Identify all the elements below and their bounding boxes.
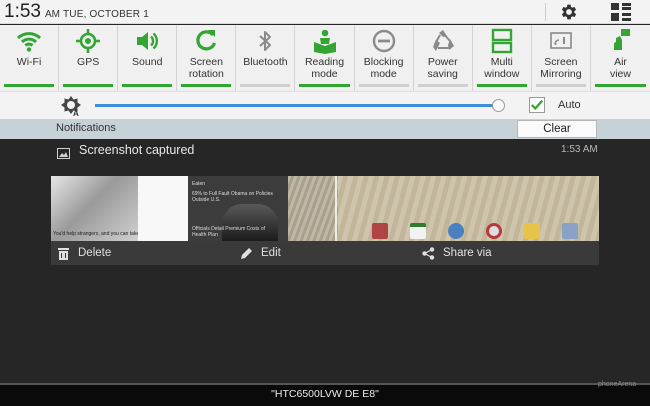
carrier-label: "HTC6500LVW DE E8" <box>271 388 379 400</box>
gear-icon[interactable] <box>559 2 579 22</box>
toggle-label: Multi window <box>484 56 520 80</box>
status-divider <box>545 3 546 21</box>
sound-icon <box>137 32 159 50</box>
brightness-row: A Auto <box>0 91 650 119</box>
toggle-air-view[interactable]: Air view <box>591 25 650 91</box>
date-label: TUE, OCTOBER 1 <box>63 9 149 20</box>
toggle-power-saving[interactable]: Power saving <box>414 25 473 91</box>
screen-mirroring-icon <box>550 32 572 49</box>
toggle-label: Screen Mirroring <box>540 56 582 80</box>
toggle-state-bar <box>181 84 232 87</box>
toggle-screen-rotation[interactable]: Screen rotation <box>177 25 237 91</box>
bluetooth-icon <box>259 31 272 51</box>
watermark: phoneArena <box>598 381 637 388</box>
checkmark-icon <box>530 99 544 111</box>
picture-icon <box>57 148 70 159</box>
toggle-state-bar <box>594 84 647 87</box>
toggle-state-bar <box>240 84 291 87</box>
notification-time: 1:53 AM <box>561 144 598 155</box>
share-via-button[interactable]: Share via <box>422 245 492 261</box>
gps-icon <box>76 29 101 53</box>
toggle-label: Air view <box>609 56 631 80</box>
air-view-icon <box>614 29 631 50</box>
toggle-state-bar <box>535 84 586 87</box>
edit-button[interactable]: Edit <box>240 245 281 261</box>
preview-news-heading: Eaten <box>192 181 206 187</box>
toggle-label: Screen rotation <box>188 56 224 80</box>
preview-divider <box>335 176 337 241</box>
toggle-state-bar <box>417 84 468 87</box>
toggle-state-bar <box>476 84 527 87</box>
brightness-slider-track[interactable] <box>95 104 499 107</box>
svg-text:A: A <box>73 109 79 117</box>
clear-notifications-button[interactable]: Clear <box>517 120 597 138</box>
toggle-label: Bluetooth <box>243 56 288 68</box>
app-icon <box>372 223 388 239</box>
preview-news-line: 69% to Full Fault Obama on Policies Outs… <box>192 191 273 203</box>
preview-wallpaper-strip <box>288 176 338 241</box>
preview-news-panel: Eaten 69% to Full Fault Obama on Policie… <box>188 176 288 241</box>
auto-brightness-icon: A <box>61 96 81 117</box>
toggle-label: Wi-Fi <box>16 56 42 68</box>
edit-label: Edit <box>261 247 281 259</box>
notification-actions: Delete Edit Share via <box>51 241 599 265</box>
share-via-label: Share via <box>443 247 492 259</box>
toggle-sound[interactable]: Sound <box>118 25 178 91</box>
drag-handle[interactable] <box>0 383 650 385</box>
wifi-icon <box>17 32 42 52</box>
toggle-state-bar <box>4 84 55 87</box>
notification-title[interactable]: Screenshot captured <box>79 143 194 157</box>
screenshot-preview-image[interactable]: You'd help strangers, and you can take c… <box>51 176 599 241</box>
status-bar: 1:53 AM TUE, OCTOBER 1 <box>0 0 650 24</box>
app-icon <box>562 223 578 239</box>
toggle-state-bar <box>63 84 114 87</box>
share-icon <box>422 246 435 260</box>
toggle-reading-mode[interactable]: Reading mode <box>295 25 355 91</box>
toggle-wifi[interactable]: Wi-Fi <box>0 25 60 91</box>
toggle-state-bar <box>122 84 173 87</box>
blocking-mode-icon <box>372 29 395 53</box>
auto-brightness-label: Auto <box>558 99 581 111</box>
toggle-bluetooth[interactable]: Bluetooth <box>236 25 296 91</box>
apps-grid-icon[interactable] <box>611 3 631 21</box>
preview-news-line: Officials Detail Premium Costs of Health… <box>192 226 265 238</box>
toggle-label: Blocking mode <box>363 56 404 80</box>
toggle-label: Reading mode <box>304 56 345 80</box>
clock-time: 1:53 <box>4 1 41 22</box>
brightness-slider-thumb[interactable] <box>491 99 505 112</box>
delete-label: Delete <box>78 247 112 259</box>
toggle-screen-mirroring[interactable]: Screen Mirroring <box>532 25 591 91</box>
auto-brightness-checkbox[interactable] <box>529 97 545 113</box>
carrier-bar: "HTC6500LVW DE E8" <box>0 383 650 406</box>
preview-home-screen <box>338 176 599 241</box>
pencil-icon <box>241 247 252 259</box>
quick-settings-panel: Wi-Fi GPS Sound Screen rotation Bluetoot… <box>0 25 650 91</box>
toggle-gps[interactable]: GPS <box>59 25 119 91</box>
notifications-header: Notifications Clear <box>0 119 650 139</box>
camera-icon <box>486 223 502 239</box>
toggle-state-bar <box>299 84 350 87</box>
reading-mode-icon <box>313 29 336 54</box>
toggle-blocking-mode[interactable]: Blocking mode <box>355 25 414 91</box>
toggle-multi-window[interactable]: Multi window <box>473 25 532 91</box>
app-icon <box>524 223 540 239</box>
power-saving-icon <box>432 30 454 51</box>
multi-window-icon <box>491 28 512 54</box>
toggle-label: GPS <box>77 56 100 68</box>
calendar-icon <box>410 223 426 239</box>
trash-icon <box>58 247 69 260</box>
toggle-label: Sound <box>132 56 163 68</box>
toggle-state-bar <box>358 84 409 87</box>
rotation-icon <box>196 30 217 51</box>
clock-ampm: AM <box>45 9 60 20</box>
preview-page-blank <box>138 176 188 241</box>
toggle-label: Power saving <box>427 56 458 80</box>
delete-button[interactable]: Delete <box>57 245 111 261</box>
browser-icon <box>448 223 464 239</box>
notifications-title: Notifications <box>56 122 116 134</box>
